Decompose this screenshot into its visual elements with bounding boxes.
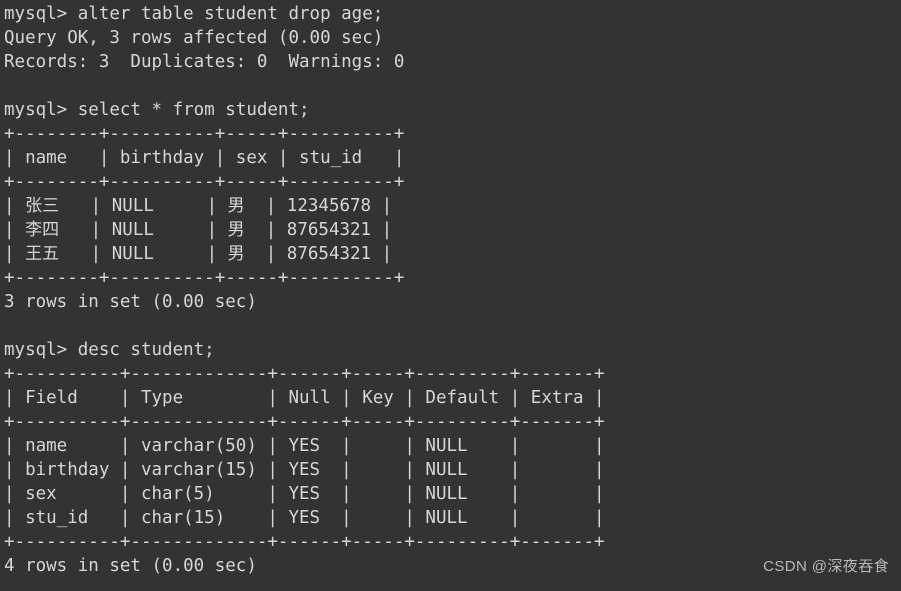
terminal-line: | stu_id | char(15) | YES | | NULL | |	[4, 508, 605, 528]
terminal-line: +--------+----------+-----+----------+	[4, 172, 405, 192]
terminal-line: mysql> alter table student drop age;	[4, 4, 384, 24]
cjk-glyph: 四	[42, 220, 60, 240]
terminal-line: +--------+----------+-----+----------+	[4, 268, 405, 288]
cjk-glyph: 王	[25, 244, 43, 264]
cjk-glyph: 男	[227, 196, 245, 216]
terminal-window[interactable]: mysql> alter table student drop age; Quer…	[0, 0, 901, 591]
terminal-line: | 王五 | NULL | 男 | 87654321 |	[4, 244, 393, 264]
terminal-line: | 张三 | NULL | 男 | 12345678 |	[4, 196, 393, 216]
terminal-line: mysql> desc student;	[4, 340, 215, 360]
cjk-glyph: 李	[25, 220, 43, 240]
terminal-line: Records: 3 Duplicates: 0 Warnings: 0	[4, 52, 405, 72]
terminal-line: | 李四 | NULL | 男 | 87654321 |	[4, 220, 393, 240]
terminal-line: | name | varchar(50) | YES | | NULL | |	[4, 436, 605, 456]
terminal-line: 4 rows in set (0.00 sec)	[4, 556, 257, 576]
terminal-line: mysql> select * from student;	[4, 100, 310, 120]
cjk-glyph: 张	[25, 196, 43, 216]
terminal-line: +----------+-------------+------+-----+-…	[4, 412, 605, 432]
terminal-line: | name | birthday | sex | stu_id |	[4, 148, 405, 168]
terminal-line: Query OK, 3 rows affected (0.00 sec)	[4, 28, 384, 48]
terminal-line: +----------+-------------+------+-----+-…	[4, 364, 605, 384]
terminal-line: 3 rows in set (0.00 sec)	[4, 292, 257, 312]
csdn-watermark: CSDN @深夜吞食	[763, 558, 889, 575]
cjk-glyph: 男	[227, 244, 245, 264]
cjk-glyph: 三	[42, 196, 60, 216]
cjk-glyph: 五	[42, 244, 60, 264]
cjk-glyph: 男	[227, 220, 245, 240]
terminal-output: mysql> alter table student drop age; Quer…	[4, 2, 605, 578]
terminal-line: +--------+----------+-----+----------+	[4, 124, 405, 144]
terminal-line: | sex | char(5) | YES | | NULL | |	[4, 484, 605, 504]
terminal-line: | birthday | varchar(15) | YES | | NULL …	[4, 460, 605, 480]
terminal-line: | Field | Type | Null | Key | Default | …	[4, 388, 605, 408]
terminal-line: +----------+-------------+------+-----+-…	[4, 532, 605, 552]
